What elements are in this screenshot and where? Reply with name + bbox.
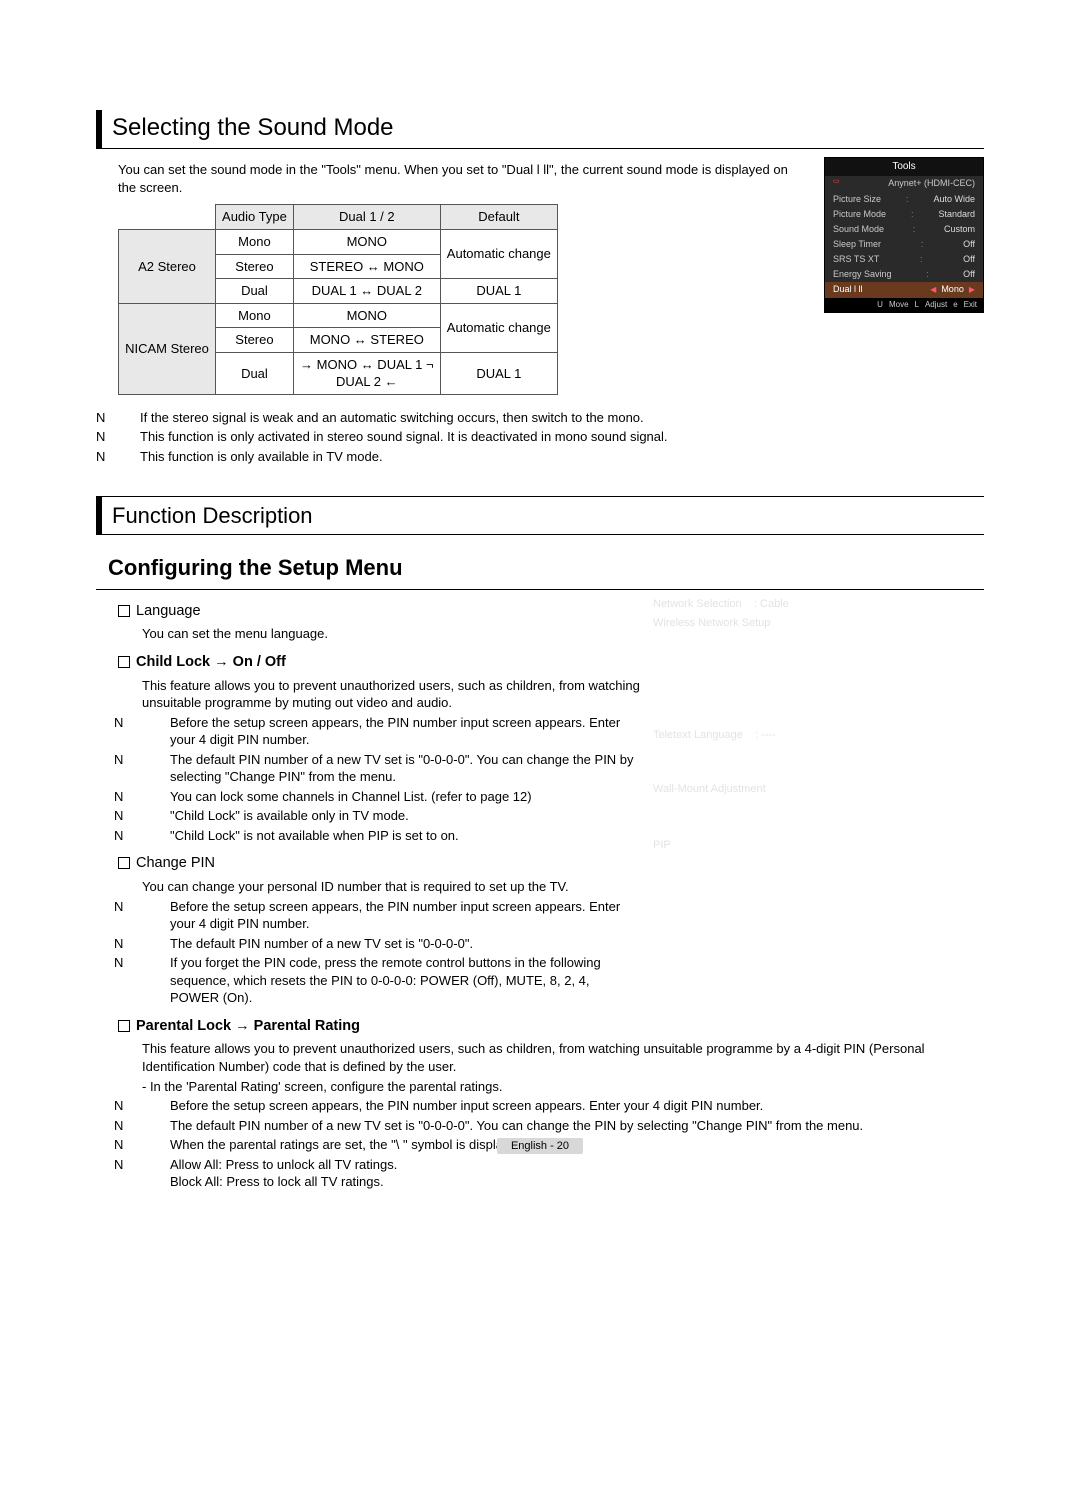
left-arrow-icon: ◀ bbox=[930, 285, 936, 294]
cell: Stereo bbox=[215, 254, 293, 279]
checkbox-icon bbox=[118, 857, 130, 869]
sound-mode-table: Audio Type Dual 1 / 2 Default A2 Stereo … bbox=[118, 204, 558, 394]
cell: Automatic change bbox=[440, 230, 557, 279]
page-footer: English - 20 bbox=[0, 1139, 1080, 1154]
note-item: NBefore the setup screen appears, the PI… bbox=[142, 898, 642, 933]
checkbox-icon bbox=[118, 656, 130, 668]
tools-row: Sleep Timer:Off bbox=[825, 236, 983, 251]
row-nicam: NICAM Stereo bbox=[119, 303, 216, 394]
tools-row: Energy Saving:Off bbox=[825, 267, 983, 282]
changepin-title: Change PIN bbox=[136, 854, 215, 874]
cell: DUAL 1 bbox=[440, 352, 557, 394]
childlock-title: Child Lock → On / Off bbox=[136, 653, 286, 673]
note-item: NThe default PIN number of a new TV set … bbox=[142, 1117, 984, 1135]
tools-row: Picture Size:Auto Wide bbox=[825, 191, 983, 206]
language-title: Language bbox=[136, 602, 201, 622]
ghost-teletext: Teletext Language : ---- bbox=[653, 724, 913, 747]
note-item: NAllow All: Press to unlock all TV ratin… bbox=[142, 1156, 984, 1191]
note-item: NYou can lock some channels in Channel L… bbox=[142, 788, 642, 806]
ghost-network: Network Selection : Cable Wireless Netwo… bbox=[653, 593, 913, 635]
cell: MONO bbox=[293, 303, 440, 328]
tools-osd-title: Tools bbox=[825, 158, 983, 176]
checkbox-icon bbox=[118, 605, 130, 617]
checkbox-icon bbox=[118, 1020, 130, 1032]
section2-h2: Configuring the Setup Menu bbox=[96, 549, 984, 590]
parental-intro: This feature allows you to prevent unaut… bbox=[142, 1040, 984, 1075]
note-item: NThe default PIN number of a new TV set … bbox=[142, 751, 642, 786]
tools-row-selected: Dual l ll ◀ Mono ▶ bbox=[825, 282, 983, 298]
th-default: Default bbox=[440, 205, 557, 230]
block-changepin: Change PIN You can change your personal … bbox=[118, 854, 984, 1006]
tools-anynet: ▭ Anynet+ (HDMI-CEC) bbox=[825, 176, 983, 191]
note-item: N"Child Lock" is not available when PIP … bbox=[142, 827, 642, 845]
cell: DUAL 1 ↔ DUAL 2 bbox=[293, 279, 440, 304]
th-dual: Dual 1 / 2 bbox=[293, 205, 440, 230]
cell: Dual bbox=[215, 352, 293, 394]
changepin-intro: You can change your personal ID number t… bbox=[142, 878, 642, 896]
parental-title: Parental Lock → Parental Rating bbox=[136, 1017, 360, 1037]
th-audio-type: Audio Type bbox=[215, 205, 293, 230]
note-item: NBefore the setup screen appears, the PI… bbox=[142, 1097, 984, 1115]
tools-row: Picture Mode:Standard bbox=[825, 206, 983, 221]
cell: Dual bbox=[215, 279, 293, 304]
section1-title: Selecting the Sound Mode bbox=[96, 110, 984, 149]
ghost-pip: PIP bbox=[653, 834, 913, 857]
childlock-intro: This feature allows you to prevent unaut… bbox=[142, 677, 642, 712]
note-item: NIf you forget the PIN code, press the r… bbox=[142, 954, 642, 1007]
note-item: N"Child Lock" is available only in TV mo… bbox=[142, 807, 642, 825]
section1-notes: NIf the stereo signal is weak and an aut… bbox=[118, 409, 984, 466]
cell: Mono bbox=[215, 230, 293, 255]
section1-intro: You can set the sound mode in the "Tools… bbox=[118, 161, 796, 196]
tools-osd: Tools ▭ Anynet+ (HDMI-CEC) Picture Size:… bbox=[824, 157, 984, 313]
tools-row: Sound Mode:Custom bbox=[825, 221, 983, 236]
cell: MONO bbox=[293, 230, 440, 255]
cell: MONO ↔ STEREO bbox=[293, 328, 440, 353]
block-childlock: Child Lock → On / Off This feature allow… bbox=[118, 653, 984, 844]
section2-title: Function Description bbox=[96, 496, 984, 536]
cell: Stereo bbox=[215, 328, 293, 353]
cell: DUAL 1 bbox=[440, 279, 557, 304]
cell: → MONO ↔ DUAL 1 ¬ DUAL 2 ← bbox=[293, 352, 440, 394]
cell: Mono bbox=[215, 303, 293, 328]
cell: Automatic change bbox=[440, 303, 557, 352]
right-arrow-icon: ▶ bbox=[969, 285, 975, 294]
tools-footer: UMove LAdjust eExit bbox=[825, 298, 983, 313]
cell: STEREO ↔ MONO bbox=[293, 254, 440, 279]
note-item: NThe default PIN number of a new TV set … bbox=[142, 935, 642, 953]
block-parental: Parental Lock → Parental Rating This fea… bbox=[118, 1017, 984, 1191]
ghost-wallmount: Wall-Mount Adjustment bbox=[653, 778, 913, 801]
note-item: NBefore the setup screen appears, the PI… bbox=[142, 714, 642, 749]
tools-row: SRS TS XT:Off bbox=[825, 252, 983, 267]
parental-sub: - In the 'Parental Rating' screen, confi… bbox=[142, 1078, 984, 1096]
row-a2: A2 Stereo bbox=[119, 230, 216, 304]
